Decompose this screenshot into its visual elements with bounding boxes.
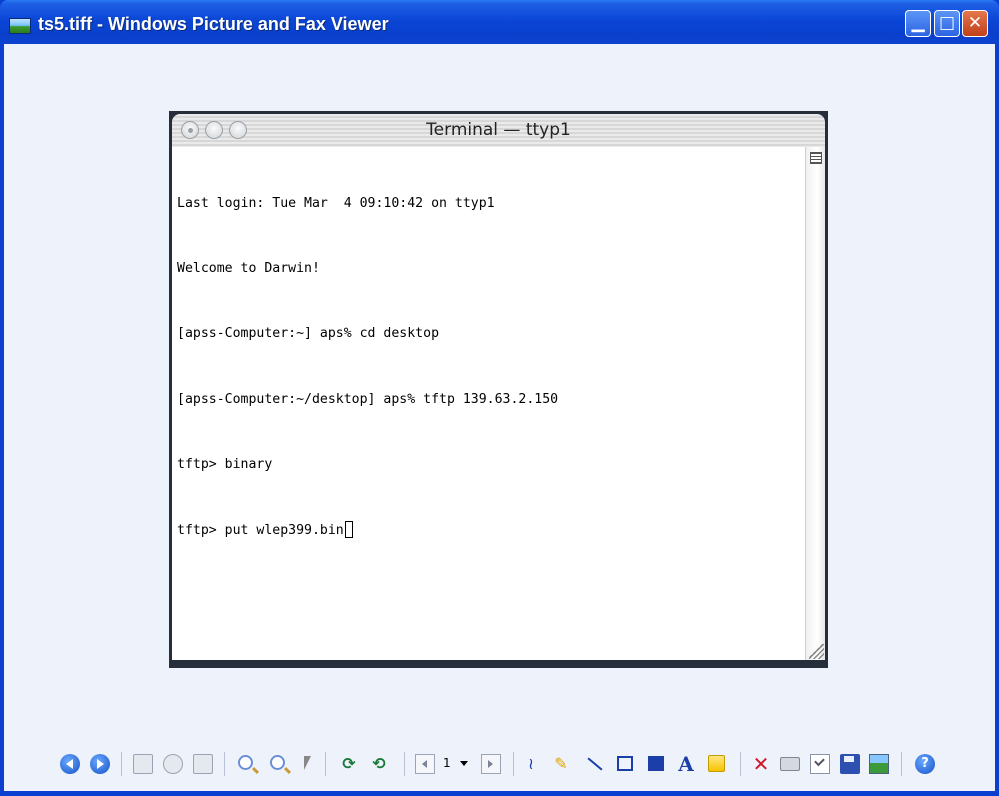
terminal-line: [apss-Computer:~] aps% cd desktop [177,326,440,342]
attached-note-icon[interactable] [708,755,725,772]
properties-icon[interactable] [810,754,830,774]
zoom-in-icon[interactable] [238,755,253,770]
close-button[interactable]: ✕ [962,10,988,37]
next-image-icon[interactable] [90,754,110,774]
text-icon[interactable]: A [676,754,696,774]
title-bar[interactable]: ts5.tiff - Windows Picture and Fax Viewe… [0,0,999,44]
page-dropdown-icon[interactable] [460,761,468,766]
text-cursor [344,520,353,538]
resize-grip-icon [809,644,824,659]
straight-line-icon[interactable] [587,757,603,771]
next-page-icon[interactable] [481,754,501,774]
terminal-title-bar: Terminal — ttyp1 [172,114,825,147]
minimize-icon: ▁ [911,13,925,33]
close-icon: ✕ [967,13,983,33]
previous-page-icon[interactable] [415,754,435,774]
split-pane-icon [810,152,822,164]
toolbar-separator [901,752,902,776]
terminal-title: Terminal — ttyp1 [426,120,571,140]
viewer-toolbar: ⟳ ⟲ 1 ≀ ✎ A ✕ ? [0,744,999,784]
terminal-line: tftp> put wlep399.bin [177,522,344,538]
highlight-icon[interactable]: ✎ [551,754,571,774]
picture-viewer-icon [9,18,31,34]
terminal-content: Last login: Tue Mar 4 09:10:42 on ttyp1 … [172,147,825,660]
print-icon[interactable] [780,757,800,771]
picture-viewer-window: ts5.tiff - Windows Picture and Fax Viewe… [0,0,999,796]
terminal-line: Last login: Tue Mar 4 09:10:42 on ttyp1 [177,195,495,211]
maximize-button[interactable]: □ [934,10,960,37]
toolbar-separator [404,752,405,776]
minimize-button[interactable]: ▁ [905,10,931,37]
actual-size-icon[interactable] [163,754,183,774]
terminal-scrollbar [805,147,825,660]
window-bottom-border [0,791,999,796]
hollow-rectangle-icon[interactable] [617,756,633,771]
terminal-line: [apss-Computer:~/desktop] aps% tftp 139.… [177,391,559,407]
toolbar-separator [325,752,326,776]
help-icon[interactable]: ? [915,754,935,774]
terminal-line: Welcome to Darwin! [177,260,320,276]
toolbar-separator [740,752,741,776]
filled-rectangle-icon[interactable] [648,756,664,771]
save-icon[interactable] [840,754,860,774]
terminal-lines: Last login: Tue Mar 4 09:10:42 on ttyp1 … [177,149,558,585]
slideshow-icon[interactable] [193,754,213,774]
best-fit-icon[interactable] [133,754,153,774]
displayed-image-terminal-screenshot: Terminal — ttyp1 Last login: Tue Mar 4 0… [169,111,828,668]
rotate-clockwise-icon[interactable]: ⟳ [339,754,359,774]
toolbar-separator [121,752,122,776]
edit-image-icon[interactable] [869,754,889,774]
rotate-counterclockwise-icon[interactable]: ⟲ [369,754,389,774]
terminal-line-current: tftp> put wlep399.bin [177,520,558,542]
previous-image-icon[interactable] [60,754,80,774]
terminal-line: tftp> binary [177,457,273,473]
select-icon[interactable] [304,756,316,770]
toolbar-separator [513,752,514,776]
page-number: 1 [443,756,451,770]
zoom-out-icon[interactable] [270,755,285,770]
window-title: ts5.tiff - Windows Picture and Fax Viewe… [38,14,389,34]
delete-icon[interactable]: ✕ [751,754,771,774]
toolbar-separator [224,752,225,776]
freehand-annotation-icon[interactable]: ≀ [521,754,541,774]
maximize-icon: □ [938,13,956,33]
